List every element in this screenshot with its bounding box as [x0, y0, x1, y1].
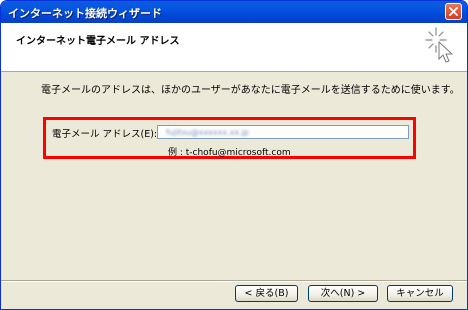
close-icon [449, 7, 458, 16]
wizard-header: インターネット電子メール アドレス [1, 23, 467, 72]
instruction-text: 電子メールのアドレスは、ほかのユーザーがあなたに電子メールを送信するために使いま… [41, 85, 460, 96]
wizard-window: インターネット接続ウィザード インターネット電子メール アドレス 電子メールのア… [0, 0, 468, 310]
next-button[interactable]: 次へ(N) > [308, 285, 378, 302]
email-value: fujitsu@xxxxxx.xx.jp [166, 128, 249, 137]
button-separator [1, 280, 467, 282]
email-label: 電子メール アドレス(E): [52, 129, 158, 140]
page-title: インターネット電子メール アドレス [16, 36, 180, 47]
cancel-button[interactable]: キャンセル [387, 285, 453, 302]
email-field[interactable]: fujitsu@xxxxxx.xx.jp [157, 125, 409, 139]
wizard-sparkle-icon [425, 27, 454, 63]
title-bar[interactable]: インターネット接続ウィザード [1, 1, 467, 23]
window-title: インターネット接続ウィザード [8, 7, 162, 20]
back-button[interactable]: < 戻る(B) [235, 285, 298, 302]
close-button[interactable] [445, 3, 462, 20]
email-example: 例 : t-chofu@microsoft.com [168, 148, 291, 158]
